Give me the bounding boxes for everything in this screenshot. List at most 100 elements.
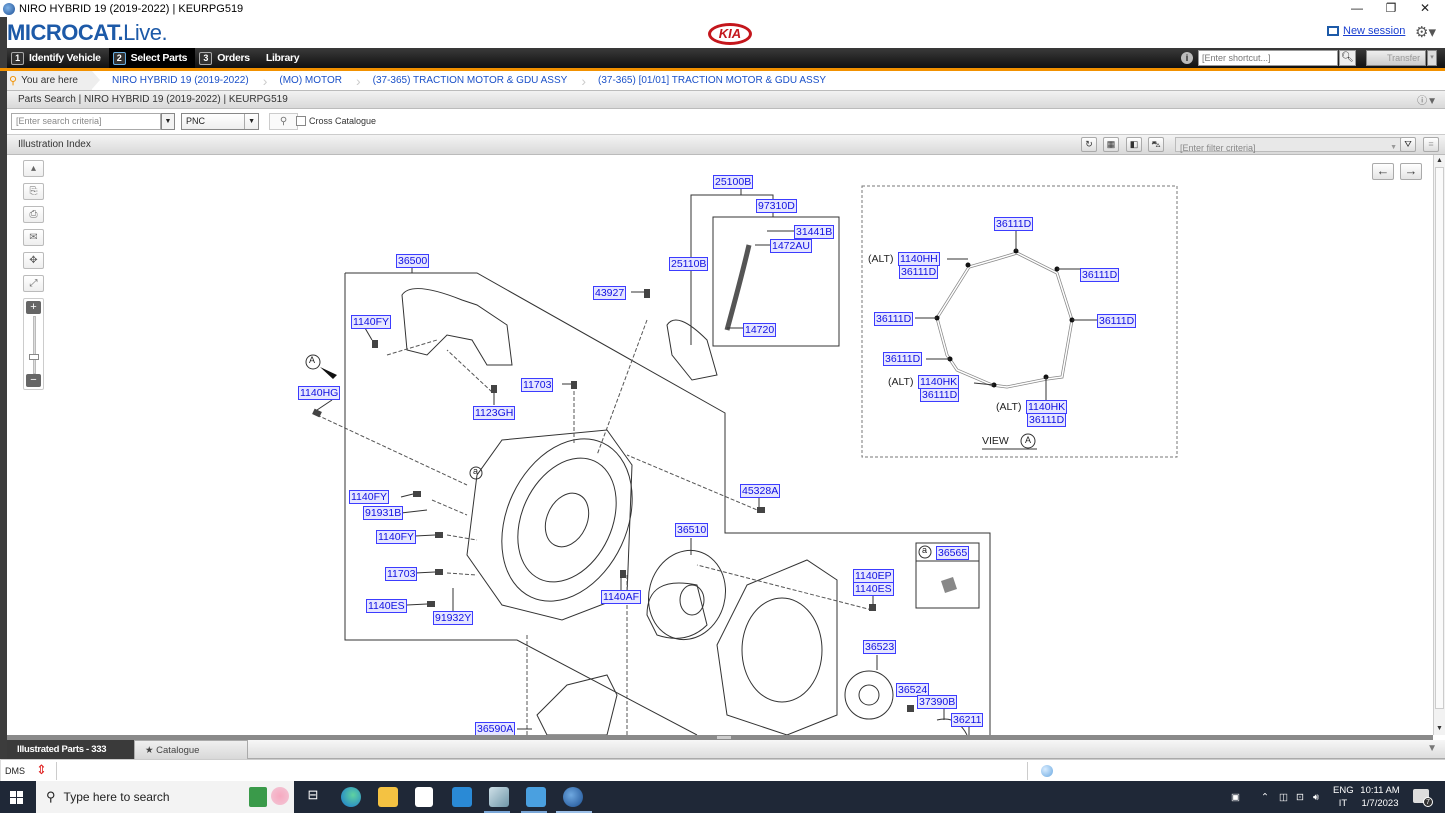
part-label[interactable]: 36211 xyxy=(951,713,984,727)
part-label[interactable]: 1140HK xyxy=(918,375,960,389)
volume-icon[interactable]: 🔊︎ xyxy=(1313,781,1319,813)
part-label[interactable]: 1140FY xyxy=(349,490,389,504)
part-label[interactable]: 25100B xyxy=(713,175,754,189)
dms-connection-icon[interactable]: ⇕ xyxy=(36,763,47,777)
splitter-grip[interactable] xyxy=(717,736,731,739)
part-label[interactable]: 45328A xyxy=(740,484,781,498)
part-label[interactable]: 36111D xyxy=(883,352,923,366)
illustration-canvas[interactable]: ▴ ⎘ ⎙ ✉ ✥ ⤢ + − ← → 25100B 97310D 31441B… xyxy=(7,155,1433,735)
info-icon[interactable]: i xyxy=(1181,52,1193,64)
part-label[interactable]: 1140HH xyxy=(898,252,940,266)
windows-start-icon[interactable] xyxy=(10,791,23,804)
news-widget-icon[interactable]: ▣ xyxy=(1231,781,1240,813)
nav-tab-orders[interactable]: 3 Orders xyxy=(195,48,258,68)
new-session-link[interactable]: New session xyxy=(1327,25,1405,37)
breadcrumb-item-illustration[interactable]: (37-365) [01/01] TRACTION MOTOR & GDU AS… xyxy=(586,71,840,90)
tab-illustrated-parts[interactable]: Illustrated Parts - 333 results xyxy=(7,740,134,774)
part-label[interactable]: 1140HK xyxy=(1026,400,1068,414)
microcat-taskbar-icon[interactable] xyxy=(563,787,583,807)
breadcrumb-item-section[interactable]: (37-365) TRACTION MOTOR & GDU ASSY xyxy=(361,71,582,90)
part-label[interactable]: 36111D xyxy=(920,388,960,402)
language-indicator[interactable]: ENG IT xyxy=(1333,784,1354,810)
grid-view-icon[interactable]: ▦ xyxy=(1103,137,1119,152)
part-label[interactable]: 1140FY xyxy=(376,530,416,544)
search-criteria-input[interactable]: [Enter search criteria] xyxy=(11,113,161,130)
scroll-thumb[interactable] xyxy=(1435,167,1444,709)
nav-tab-identify-vehicle[interactable]: 1 Identify Vehicle xyxy=(7,48,109,68)
part-label[interactable]: 36111D xyxy=(1080,268,1120,282)
part-label[interactable]: 1140ES xyxy=(366,599,407,613)
part-label[interactable]: 36111D xyxy=(899,265,939,279)
part-label[interactable]: 1140ES xyxy=(853,582,894,596)
breadcrumb-item-motor[interactable]: (MO) MOTOR xyxy=(267,71,356,90)
search-type-select[interactable]: PNC ▼ xyxy=(181,113,259,130)
part-label[interactable]: 36111D xyxy=(1027,413,1067,427)
part-label[interactable]: 11703 xyxy=(385,567,418,581)
microsoft-store-icon[interactable] xyxy=(415,787,433,807)
part-label[interactable]: 1140FY xyxy=(351,315,391,329)
network-icon[interactable]: ⊡ xyxy=(1296,781,1304,813)
part-label[interactable]: 36565 xyxy=(936,546,970,560)
edge-browser-icon[interactable] xyxy=(341,787,361,807)
part-label[interactable]: 36111D xyxy=(994,217,1034,231)
clock[interactable]: 10:11 AM 1/7/2023 xyxy=(1358,784,1402,810)
part-label[interactable]: 1140AF xyxy=(601,590,641,604)
expand-panel-icon[interactable]: ▼ xyxy=(1427,743,1437,754)
vehicle-icon[interactable]: ⛍ xyxy=(1148,137,1164,152)
part-label[interactable]: 25110B xyxy=(669,257,709,271)
part-label[interactable]: 36111D xyxy=(874,312,914,326)
globe-icon[interactable] xyxy=(1041,765,1053,777)
filter-options-icon[interactable]: ⛛ xyxy=(1400,137,1416,152)
notepad-icon[interactable] xyxy=(489,787,509,807)
part-label[interactable]: 36590A xyxy=(475,722,516,735)
mail-icon[interactable] xyxy=(452,787,472,807)
split-view-icon[interactable]: ◧ xyxy=(1126,137,1142,152)
close-button[interactable]: ✕ xyxy=(1410,0,1440,17)
part-label[interactable]: 36111D xyxy=(1097,314,1137,328)
part-label[interactable]: 43927 xyxy=(593,286,627,300)
file-explorer-icon[interactable] xyxy=(378,787,398,807)
tab-catalogue-sections[interactable]: ★ Catalogue Sections xyxy=(134,740,248,775)
transfer-button[interactable]: Transfer xyxy=(1366,50,1426,66)
part-label[interactable]: 97310D xyxy=(756,199,797,213)
part-label[interactable]: 36500 xyxy=(396,254,430,268)
maximize-button[interactable]: ❐ xyxy=(1376,0,1406,17)
refresh-icon[interactable]: ↻ xyxy=(1081,137,1097,152)
part-label[interactable]: 91931B xyxy=(363,506,404,520)
part-label[interactable]: 37390B xyxy=(917,695,958,709)
part-label[interactable]: 36510 xyxy=(675,523,709,537)
part-label[interactable]: 1140HG xyxy=(298,386,341,400)
scroll-up-icon[interactable]: ▲ xyxy=(1434,155,1445,167)
show-hidden-icons-chevron[interactable]: ⌃ xyxy=(1261,781,1269,813)
part-label[interactable]: 11703 xyxy=(521,378,554,392)
search-history-dropdown[interactable]: ▼ xyxy=(161,113,175,130)
list-menu-icon[interactable]: ≡ xyxy=(1423,137,1439,152)
control-panel-icon[interactable] xyxy=(526,787,546,807)
part-label[interactable]: 36523 xyxy=(863,640,897,654)
part-label[interactable]: 14720 xyxy=(743,323,777,337)
settings-gear-icon[interactable]: ⚙▾ xyxy=(1415,23,1436,41)
filter-input[interactable]: [Enter filter criteria] ▼ xyxy=(1175,137,1401,153)
part-label[interactable]: 1140EP xyxy=(853,569,894,583)
part-label[interactable]: 31441B xyxy=(794,225,835,239)
part-label[interactable]: 91932Y xyxy=(433,611,474,625)
vertical-scrollbar[interactable]: ▲ ▼ xyxy=(1433,155,1445,735)
nav-tab-library[interactable]: Library xyxy=(258,48,308,68)
minimize-button[interactable]: — xyxy=(1342,0,1372,17)
search-button[interactable]: ⚲ xyxy=(269,113,298,130)
taskbar-search[interactable]: ⚲ Type here to search xyxy=(36,781,294,813)
new-session-label[interactable]: New session xyxy=(1343,25,1405,37)
breadcrumb-item-vehicle[interactable]: NIRO HYBRID 19 (2019-2022) xyxy=(100,71,263,90)
nav-tab-select-parts[interactable]: 2 Select Parts xyxy=(108,48,196,68)
scroll-down-icon[interactable]: ▼ xyxy=(1434,723,1445,735)
cross-catalogue-checkbox[interactable] xyxy=(296,116,306,126)
transfer-dropdown[interactable]: ▾ xyxy=(1427,50,1437,66)
shortcut-input[interactable]: [Enter shortcut...] xyxy=(1198,50,1338,66)
task-view-icon[interactable]: ⊟ xyxy=(303,787,323,807)
part-label[interactable]: 1123GH xyxy=(473,406,516,420)
meet-now-icon[interactable]: ◫ xyxy=(1279,781,1288,813)
cross-catalogue-toggle[interactable]: Cross Catalogue xyxy=(296,116,376,126)
part-label[interactable]: 1472AU xyxy=(770,239,812,253)
shortcut-search-button[interactable]: 🔍︎ xyxy=(1339,50,1356,66)
notification-center-icon[interactable]: 7 xyxy=(1413,789,1433,807)
